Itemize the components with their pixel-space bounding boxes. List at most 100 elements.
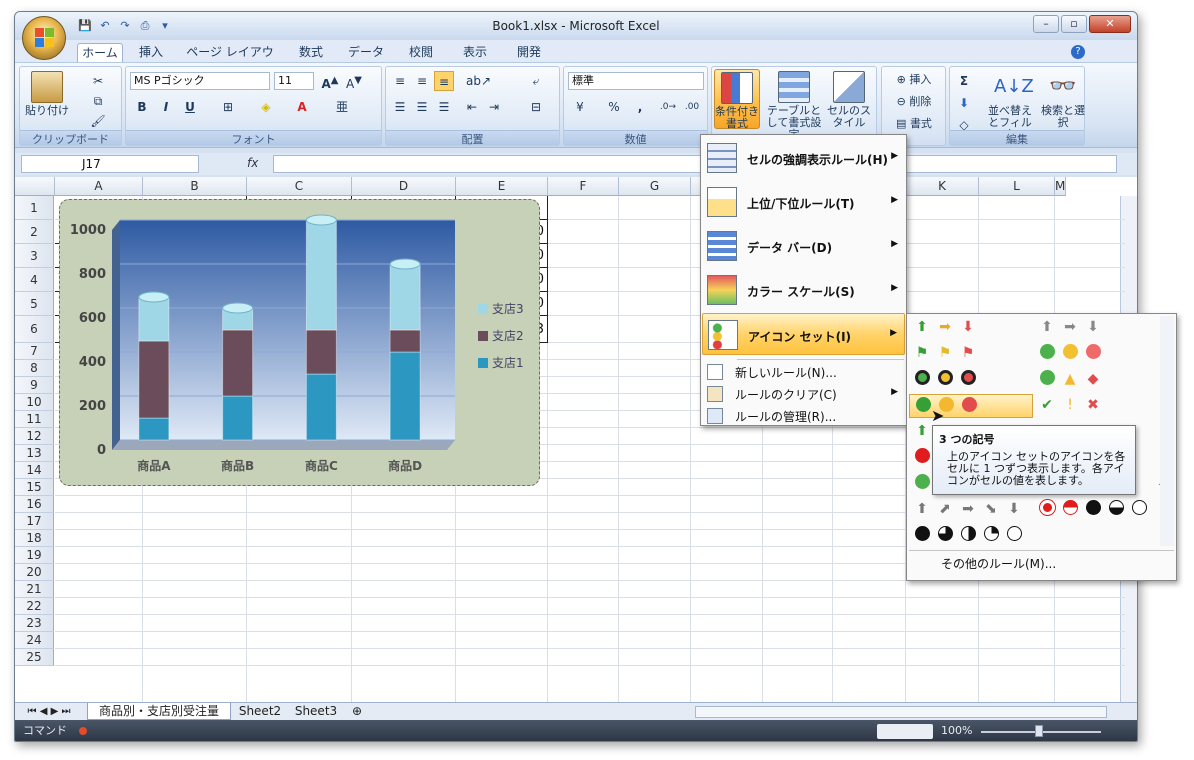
formula-input[interactable] — [273, 155, 1117, 173]
grow-font-icon[interactable]: A▲ — [320, 71, 340, 91]
insert-cells-button[interactable]: ⊕ 挿入 — [884, 71, 944, 89]
icon-set-3-flags[interactable]: ⚑ ⚑ ⚑ — [913, 344, 977, 362]
row-header-8[interactable]: 8 — [15, 360, 54, 377]
format-cells-button[interactable]: ▤ 書式 — [884, 115, 944, 133]
column-header-b[interactable]: B — [143, 177, 247, 196]
row-header-22[interactable]: 22 — [15, 598, 54, 615]
select-all-corner[interactable] — [15, 177, 55, 196]
icon-set-4-arrows[interactable]: ⬆ — [913, 422, 931, 440]
menu-highlight-rules[interactable]: セルの強調表示ルール(H) ▶ — [702, 137, 905, 179]
horizontal-scrollbar[interactable] — [695, 706, 1107, 718]
name-box[interactable]: J17 — [21, 155, 199, 173]
zoom-thumb-icon[interactable] — [1035, 725, 1043, 737]
icon-set-5-quarters[interactable] — [913, 526, 1023, 544]
icon-set-3-traffic-lights-rimmed[interactable] — [913, 370, 977, 388]
column-header-c[interactable]: C — [247, 177, 352, 196]
office-button[interactable] — [22, 16, 66, 60]
view-buttons-icon[interactable] — [877, 724, 933, 739]
underline-button[interactable]: U — [180, 97, 200, 117]
menu-top-bottom-rules[interactable]: 上位/下位ルール(T) ▶ — [702, 181, 905, 223]
icon-set-3-arrows-colored[interactable]: ⬆ ➡ ⬇ — [913, 318, 977, 336]
paste-button[interactable]: 貼り付け — [24, 69, 70, 129]
font-size-combo[interactable]: 11 — [274, 72, 314, 90]
row-header-14[interactable]: 14 — [15, 462, 54, 479]
orientation-icon[interactable]: ab↗ — [466, 71, 491, 91]
row-header-11[interactable]: 11 — [15, 411, 54, 428]
tab-home[interactable]: ホーム — [77, 43, 123, 62]
sort-filter-button[interactable]: A↓Z 並べ替えとフィルタ — [984, 69, 1036, 141]
fx-icon[interactable]: fx — [247, 156, 258, 170]
conditional-formatting-button[interactable]: 条件付き書式 — [714, 69, 760, 130]
more-rules-item[interactable]: その他のルール(M)... — [941, 555, 1056, 572]
font-name-combo[interactable]: MS Pゴシック — [130, 72, 270, 90]
sheet-tab-2[interactable]: Sheet2 — [233, 703, 287, 720]
border-icon[interactable]: ⊞ — [218, 97, 238, 117]
row-header-9[interactable]: 9 — [15, 377, 54, 394]
font-color-icon[interactable]: A — [292, 97, 312, 117]
autosum-icon[interactable]: Σ — [954, 71, 974, 91]
row-header-2[interactable]: 2 — [15, 220, 54, 244]
help-icon[interactable]: ? — [1071, 45, 1085, 59]
row-header-25[interactable]: 25 — [15, 649, 54, 666]
close-button[interactable]: ✕ — [1089, 15, 1131, 33]
icon-set-3-symbols-circled[interactable] — [909, 394, 1033, 418]
column-header-k[interactable]: K — [906, 177, 979, 196]
column-header-l[interactable]: L — [979, 177, 1055, 196]
row-header-16[interactable]: 16 — [15, 496, 54, 513]
fill-color-icon[interactable]: ◈ — [256, 97, 276, 117]
icon-set-3-traffic-lights-unrimmed[interactable] — [1038, 344, 1102, 362]
menu-clear-rules[interactable]: ルールのクリア(C) ▶ — [702, 383, 905, 405]
merge-center-icon[interactable]: ⊟ — [526, 97, 546, 117]
zoom-level[interactable]: 100% — [941, 720, 972, 741]
italic-button[interactable]: I — [156, 97, 176, 117]
row-header-23[interactable]: 23 — [15, 615, 54, 632]
tab-data[interactable]: データ — [343, 43, 389, 62]
menu-color-scales[interactable]: カラー スケール(S) ▶ — [702, 269, 905, 311]
tab-insert[interactable]: 挿入 — [131, 43, 171, 62]
menu-new-rule[interactable]: 新しいルール(N)... — [702, 361, 905, 383]
format-painter-icon[interactable]: 🖌 — [88, 111, 108, 131]
column-header-f[interactable]: F — [548, 177, 619, 196]
align-middle-icon[interactable]: ≡ — [412, 71, 432, 91]
macro-record-icon[interactable] — [79, 727, 87, 735]
row-header-19[interactable]: 19 — [15, 547, 54, 564]
quick-print-icon[interactable]: ⎙ — [137, 18, 153, 34]
currency-icon[interactable]: ¥ — [570, 97, 590, 117]
new-sheet-icon[interactable]: ⊕ — [345, 703, 369, 720]
format-as-table-button[interactable]: テーブルとして書式設定 — [766, 69, 822, 141]
icon-set-3-signs[interactable]: ▲ ◆ — [1038, 370, 1102, 388]
phonetic-icon[interactable]: 亜 — [332, 97, 352, 117]
redo-icon[interactable]: ↷ — [117, 18, 133, 34]
row-header-3[interactable]: 3 — [15, 244, 54, 268]
save-icon[interactable]: 💾 — [77, 18, 93, 34]
icon-set-3-arrows-gray[interactable]: ⬆ ➡ ⬇ — [1038, 318, 1102, 336]
menu-data-bars[interactable]: データ バー(D) ▶ — [702, 225, 905, 267]
icon-set-3-symbols-uncircled[interactable]: ✔ ! ✖ — [1038, 396, 1102, 414]
minimize-button[interactable]: – — [1033, 15, 1059, 33]
tab-formulas[interactable]: 数式 — [291, 43, 331, 62]
decrease-indent-icon[interactable]: ⇤ — [462, 97, 482, 117]
embedded-chart[interactable]: 0 200 400 600 800 1000 商品A 商品B 商品C 商品D 支店3 支店2 支店1 — [59, 199, 540, 486]
cell-styles-button[interactable]: セルのスタイル — [826, 69, 872, 129]
row-header-4[interactable]: 4 — [15, 268, 54, 292]
align-center-icon[interactable]: ☰ — [412, 97, 432, 117]
row-header-12[interactable]: 12 — [15, 428, 54, 445]
number-format-combo[interactable]: 標準 — [568, 72, 704, 90]
tab-page-layout[interactable]: ページ レイアウト — [185, 43, 275, 78]
find-select-button[interactable]: 👓 検索と選択 — [1040, 69, 1086, 129]
row-header-13[interactable]: 13 — [15, 445, 54, 462]
copy-icon[interactable]: ⧉ — [88, 91, 108, 111]
fill-icon[interactable]: ⬇ — [954, 93, 974, 113]
column-header-a[interactable]: A — [55, 177, 143, 196]
sheet-nav-arrows-icon[interactable]: ⏮ ◀ ▶ ⏭ — [19, 703, 79, 720]
column-header-d[interactable]: D — [352, 177, 456, 196]
icon-set-4-traffic[interactable] — [913, 474, 931, 492]
menu-manage-rules[interactable]: ルールの管理(R)... — [702, 405, 905, 427]
column-header-e[interactable]: E — [456, 177, 548, 196]
shrink-font-icon[interactable]: A▼ — [344, 71, 364, 91]
align-right-icon[interactable]: ☰ — [434, 97, 454, 117]
qat-customize-icon[interactable]: ▾ — [157, 18, 173, 34]
cut-icon[interactable]: ✂ — [88, 71, 108, 91]
tab-view[interactable]: 表示 — [455, 43, 495, 62]
column-header-g[interactable]: G — [619, 177, 691, 196]
